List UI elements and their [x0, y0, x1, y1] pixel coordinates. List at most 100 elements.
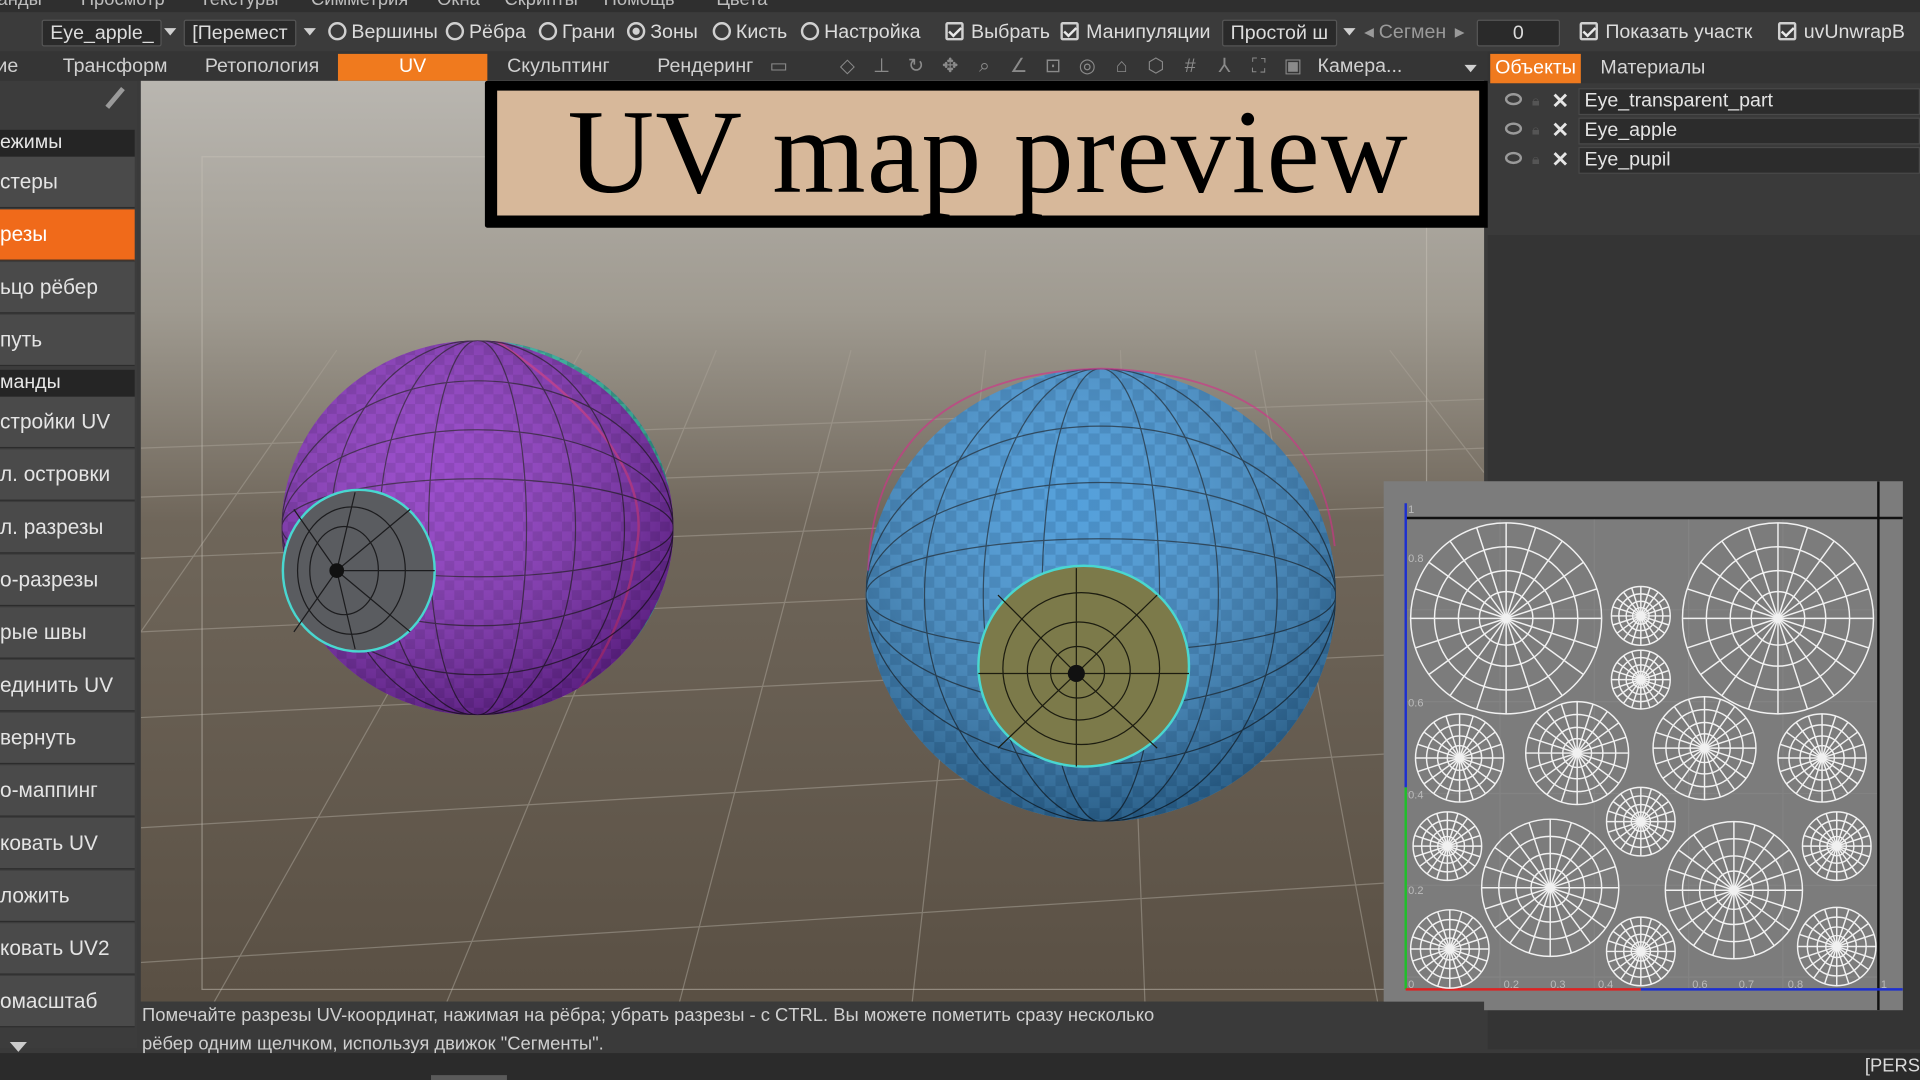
uv-island — [1414, 713, 1505, 803]
scroll-down-icon[interactable] — [9, 1042, 27, 1052]
eye-visibility-icon[interactable] — [1504, 122, 1523, 135]
object-row[interactable]: 🔒︎ ✕ Eye_transparent_part — [1488, 88, 1920, 116]
object-name[interactable]: Eye_apple — [1578, 117, 1920, 145]
mode-seams[interactable]: резы — [0, 209, 135, 261]
menu-view[interactable]: Просмотр — [81, 0, 165, 10]
tool-select[interactable]: [Перемест — [183, 19, 297, 47]
cmd-merge-uv[interactable]: единить UV — [0, 660, 135, 712]
cube-icon[interactable]: ⬡ — [1144, 56, 1168, 78]
manipulators-checkbox[interactable]: Манипуляции — [1060, 20, 1219, 47]
cmd-apply[interactable]: ложить — [0, 870, 135, 923]
menu-colors[interactable]: Цвета — [716, 0, 767, 10]
uv-island — [1409, 909, 1490, 989]
cmd-delete-islands[interactable]: л. островки — [0, 449, 135, 501]
bottom-bar: [PERS — [0, 1053, 1920, 1080]
chevron-down-icon[interactable] — [1464, 56, 1477, 83]
tab-retopology[interactable]: Ретопология — [191, 54, 333, 81]
axes-icon[interactable]: ⅄ — [1212, 56, 1236, 78]
mode-select[interactable]: Простой ш — [1222, 19, 1338, 47]
eye-visibility-icon[interactable] — [1504, 151, 1523, 165]
close-icon[interactable]: ✕ — [1551, 89, 1568, 113]
uv-ytick: 0.2 — [1408, 885, 1423, 897]
pen-icon[interactable] — [105, 87, 125, 109]
close-icon[interactable]: ✕ — [1551, 119, 1568, 143]
menu-textures[interactable]: Текстуры — [200, 0, 279, 10]
grid-icon[interactable]: # — [1178, 56, 1202, 78]
eye-left[interactable] — [281, 326, 876, 718]
eye-visibility-icon[interactable] — [1504, 93, 1523, 106]
angle-icon[interactable]: ∠ — [1007, 56, 1031, 78]
segments-decrement-icon[interactable]: ◂ — [1364, 20, 1374, 47]
tab-objects[interactable]: Объекты — [1490, 53, 1581, 84]
mode-edges-radio[interactable]: Рёбра — [445, 20, 526, 47]
mode-settings-radio[interactable]: Настройка — [800, 20, 921, 47]
frame-icon[interactable]: ▭ — [767, 56, 791, 78]
lock-icon[interactable]: 🔒︎ — [1532, 151, 1547, 168]
rotate-icon[interactable]: ↻ — [904, 56, 928, 78]
scrollbar-thumb[interactable] — [431, 1075, 507, 1080]
lock-icon[interactable]: 🔒︎ — [1532, 92, 1547, 109]
home-icon[interactable]: ⌂ — [1109, 56, 1133, 78]
fit-icon[interactable]: ⊡ — [1041, 56, 1065, 78]
uv-island — [1610, 585, 1671, 647]
pivot-icon[interactable]: ⊥ — [869, 56, 893, 78]
menu-commands[interactable]: анды — [0, 0, 42, 10]
tab-sculpt[interactable]: Скульптинг — [492, 54, 624, 81]
mode-zones-radio[interactable]: Зоны — [626, 20, 698, 47]
segments-increment-icon[interactable]: ▸ — [1455, 20, 1465, 47]
object-name[interactable]: Eye_transparent_part — [1578, 88, 1920, 116]
mode-path[interactable]: путь — [0, 314, 135, 367]
menu-help[interactable]: Помощь — [604, 0, 675, 10]
object-name[interactable]: Eye_pupil — [1578, 146, 1920, 174]
fullscreen-icon[interactable]: ⛶ — [1247, 56, 1271, 78]
lock-icon[interactable]: 🔒︎ — [1532, 121, 1547, 138]
mode-brush-radio[interactable]: Кисть — [712, 20, 787, 47]
tab-materials[interactable]: Материалы — [1596, 54, 1711, 83]
chevron-down-icon[interactable] — [1343, 20, 1356, 47]
uv-xtick: 0.8 — [1788, 979, 1803, 991]
menu-scripts[interactable]: Скрипты — [504, 0, 577, 10]
uv-xtick: 0.6 — [1692, 979, 1707, 991]
tab-paint[interactable]: ие — [0, 54, 20, 81]
zoom-icon[interactable]: ⌕ — [972, 56, 996, 78]
uv-island — [1480, 818, 1620, 958]
cmd-auto-seams[interactable]: о-разрезы — [0, 554, 135, 607]
chevron-down-icon[interactable] — [303, 20, 316, 47]
drop-icon[interactable]: ◇ — [835, 56, 859, 78]
close-icon[interactable]: ✕ — [1551, 148, 1568, 172]
camera-select[interactable]: Камера... — [1313, 54, 1460, 81]
object-row[interactable]: 🔒︎ ✕ Eye_apple — [1488, 117, 1920, 145]
cmd-pack-uv2[interactable]: ковать UV2 — [0, 923, 135, 975]
object-select[interactable]: Eye_apple_ — [41, 19, 162, 47]
mode-faces-radio[interactable]: Грани — [538, 20, 615, 47]
mode-clusters[interactable]: стеры — [0, 156, 135, 209]
cmd-unwrap[interactable]: вернуть — [0, 712, 135, 765]
title-banner: UV map preview — [484, 80, 1492, 228]
uv-island — [1664, 820, 1804, 960]
image-icon[interactable]: ▣ — [1281, 56, 1305, 78]
mode-edge-loop[interactable]: ьцо рёбер — [0, 262, 135, 314]
menu-windows[interactable]: Окна — [437, 0, 480, 10]
cmd-uv-settings[interactable]: стройки UV — [0, 396, 135, 449]
projection-label: [PERS — [1864, 1055, 1920, 1077]
eye-right[interactable] — [865, 367, 1336, 822]
tab-render[interactable]: Рендеринг — [644, 54, 766, 81]
move-icon[interactable]: ✥ — [938, 56, 962, 78]
cmd-autoscale[interactable]: омасштаб — [0, 975, 135, 1028]
uvunwrap-checkbox[interactable]: uvUnwrapB — [1777, 20, 1905, 47]
radio-icon — [445, 22, 465, 41]
chevron-down-icon[interactable] — [164, 20, 177, 47]
cmd-pack-uv[interactable]: ковать UV — [0, 817, 135, 870]
tab-uv[interactable]: UV — [337, 53, 488, 81]
menu-symmetry[interactable]: Симметрия — [311, 0, 408, 10]
segments-input[interactable]: 0 — [1476, 19, 1561, 47]
cmd-delete-seams[interactable]: л. разрезы — [0, 502, 135, 554]
select-checkbox[interactable]: Выбрать — [945, 20, 1050, 47]
mode-vertices-radio[interactable]: Вершины — [328, 20, 438, 47]
snap-icon[interactable]: ◎ — [1075, 56, 1099, 78]
cmd-sharp-seams[interactable]: рые швы — [0, 607, 135, 659]
show-areas-checkbox[interactable]: Показать участк — [1579, 20, 1752, 47]
tab-transform[interactable]: Трансформ — [49, 54, 181, 81]
object-row[interactable]: 🔒︎ ✕ Eye_pupil — [1488, 146, 1920, 174]
cmd-auto-mapping[interactable]: о-маппинг — [0, 765, 135, 817]
